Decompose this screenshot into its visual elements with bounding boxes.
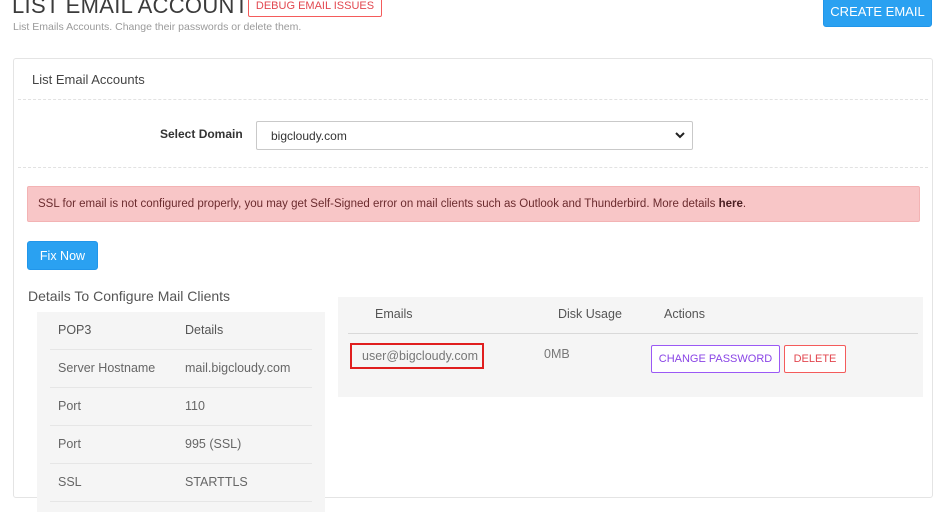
row-label: SSL	[58, 475, 82, 489]
domain-select[interactable]: bigcloudy.com	[256, 121, 693, 150]
header-cell: POP3	[58, 323, 92, 337]
disk-usage: 0MB	[544, 347, 570, 361]
ssl-alert-link[interactable]: here	[719, 198, 743, 210]
row-label: Port	[58, 437, 81, 451]
emails-table: Emails Disk Usage Actions user@bigcloudy…	[338, 297, 923, 397]
table-row: Port 995 (SSL)	[50, 426, 312, 464]
header-cell: Actions	[664, 307, 705, 321]
table-row: Server Hostname mail.bigcloudy.com	[50, 350, 312, 388]
mail-config-table: POP3 Details Server Hostname mail.bigclo…	[37, 312, 325, 512]
fix-now-button[interactable]: Fix Now	[27, 241, 98, 270]
row-value: 995 (SSL)	[185, 437, 242, 451]
domain-select-value: bigcloudy.com	[271, 129, 347, 143]
row-label: Port	[58, 399, 81, 413]
mail-config-header: POP3 Details	[50, 312, 312, 350]
divider	[18, 99, 928, 100]
emails-table-header: Emails Disk Usage Actions	[348, 297, 918, 334]
select-domain-label: Select Domain	[160, 127, 243, 141]
create-email-button[interactable]: CREATE EMAIL	[823, 0, 932, 27]
email-accounts-panel: List Email Accounts Select Domain bigclo…	[13, 58, 933, 512]
row-value: 110	[185, 399, 205, 413]
change-password-button[interactable]: CHANGE PASSWORD	[651, 345, 780, 373]
ssl-alert: SSL for email is not configured properly…	[27, 186, 920, 222]
mail-config-rows: POP3 Details Server Hostname mail.bigclo…	[50, 312, 312, 502]
table-row: Port 110	[50, 388, 312, 426]
details-title: Details To Configure Mail Clients	[28, 288, 231, 304]
ssl-alert-text: SSL for email is not configured properly…	[38, 198, 716, 210]
email-address: user@bigcloudy.com	[350, 343, 484, 369]
row-label: Server Hostname	[58, 361, 156, 375]
row-value: mail.bigcloudy.com	[185, 361, 291, 375]
ssl-alert-end: .	[742, 198, 747, 210]
divider	[18, 167, 928, 168]
chevron-down-icon	[675, 132, 685, 139]
panel-title: List Email Accounts	[32, 72, 145, 87]
table-row: SSL STARTTLS	[50, 464, 312, 502]
header-cell: Disk Usage	[558, 307, 622, 321]
page-title: LIST EMAIL ACCOUNTS -	[12, 0, 278, 18]
delete-button[interactable]: DELETE	[784, 345, 846, 373]
row-value: STARTTLS	[185, 475, 248, 489]
header-cell: Details	[185, 323, 224, 337]
header-cell: Emails	[375, 307, 413, 321]
debug-email-issues-button[interactable]: DEBUG EMAIL ISSUES	[248, 0, 382, 17]
page-subtitle: List Emails Accounts. Change their passw…	[13, 21, 302, 33]
